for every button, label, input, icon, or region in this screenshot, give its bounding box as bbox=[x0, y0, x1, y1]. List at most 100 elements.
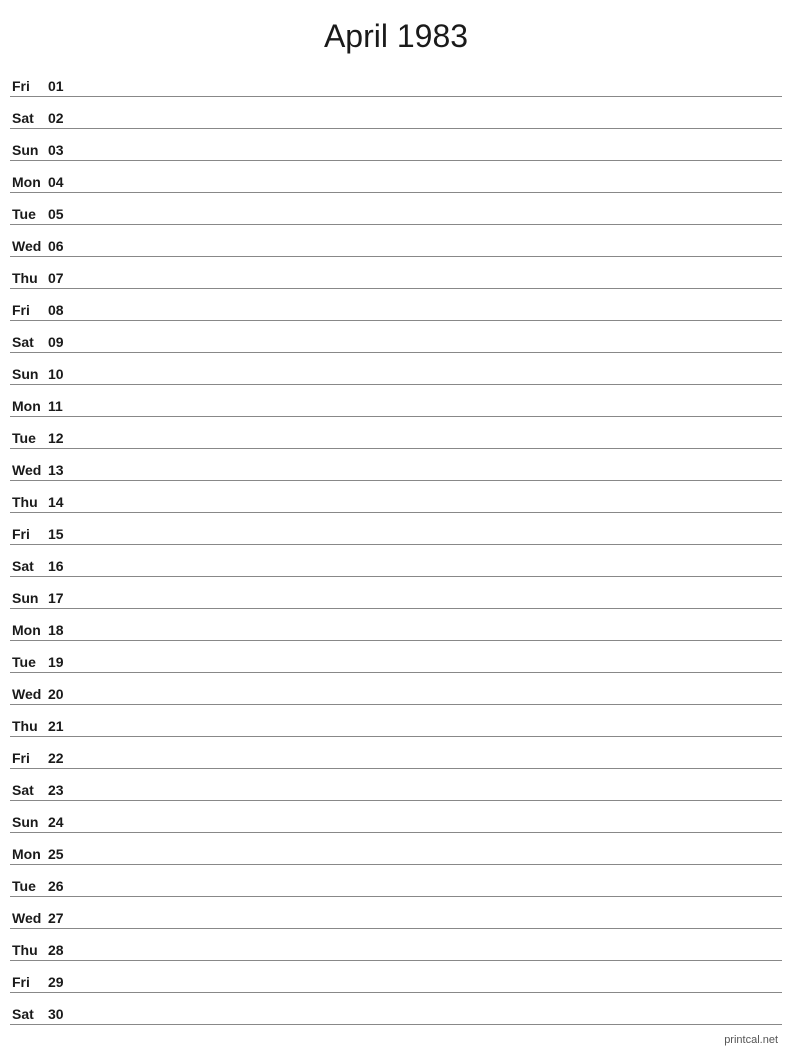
day-row: Fri15 bbox=[10, 513, 782, 545]
day-name: Tue bbox=[10, 654, 48, 670]
day-name: Mon bbox=[10, 846, 48, 862]
day-line bbox=[76, 605, 782, 606]
day-line bbox=[76, 925, 782, 926]
day-name: Mon bbox=[10, 622, 48, 638]
day-row: Mon25 bbox=[10, 833, 782, 865]
day-line bbox=[76, 861, 782, 862]
day-name: Sun bbox=[10, 814, 48, 830]
day-number: 20 bbox=[48, 686, 76, 702]
day-row: Sat16 bbox=[10, 545, 782, 577]
day-number: 10 bbox=[48, 366, 76, 382]
day-row: Fri29 bbox=[10, 961, 782, 993]
day-line bbox=[76, 989, 782, 990]
day-number: 21 bbox=[48, 718, 76, 734]
day-name: Fri bbox=[10, 526, 48, 542]
day-row: Mon11 bbox=[10, 385, 782, 417]
day-row: Wed20 bbox=[10, 673, 782, 705]
day-line bbox=[76, 317, 782, 318]
day-number: 08 bbox=[48, 302, 76, 318]
day-row: Sun10 bbox=[10, 353, 782, 385]
day-line bbox=[76, 189, 782, 190]
day-row: Sat09 bbox=[10, 321, 782, 353]
day-name: Thu bbox=[10, 718, 48, 734]
day-line bbox=[76, 765, 782, 766]
day-row: Mon04 bbox=[10, 161, 782, 193]
day-line bbox=[76, 445, 782, 446]
day-number: 30 bbox=[48, 1006, 76, 1022]
day-name: Tue bbox=[10, 878, 48, 894]
day-row: Fri01 bbox=[10, 65, 782, 97]
day-number: 19 bbox=[48, 654, 76, 670]
day-name: Sun bbox=[10, 590, 48, 606]
day-row: Tue19 bbox=[10, 641, 782, 673]
day-row: Sat30 bbox=[10, 993, 782, 1025]
day-number: 27 bbox=[48, 910, 76, 926]
day-name: Wed bbox=[10, 686, 48, 702]
day-line bbox=[76, 349, 782, 350]
day-number: 15 bbox=[48, 526, 76, 542]
day-number: 28 bbox=[48, 942, 76, 958]
day-number: 09 bbox=[48, 334, 76, 350]
day-name: Tue bbox=[10, 206, 48, 222]
day-number: 22 bbox=[48, 750, 76, 766]
day-line bbox=[76, 573, 782, 574]
day-name: Sat bbox=[10, 110, 48, 126]
day-name: Fri bbox=[10, 302, 48, 318]
day-name: Sat bbox=[10, 782, 48, 798]
day-number: 16 bbox=[48, 558, 76, 574]
day-line bbox=[76, 477, 782, 478]
day-row: Thu21 bbox=[10, 705, 782, 737]
footer-text: printcal.net bbox=[724, 1034, 778, 1046]
day-row: Sun24 bbox=[10, 801, 782, 833]
day-line bbox=[76, 637, 782, 638]
day-row: Thu28 bbox=[10, 929, 782, 961]
day-name: Mon bbox=[10, 174, 48, 190]
day-number: 24 bbox=[48, 814, 76, 830]
day-name: Wed bbox=[10, 462, 48, 478]
day-name: Fri bbox=[10, 78, 48, 94]
day-name: Sat bbox=[10, 558, 48, 574]
day-number: 03 bbox=[48, 142, 76, 158]
day-row: Fri08 bbox=[10, 289, 782, 321]
day-number: 12 bbox=[48, 430, 76, 446]
day-row: Fri22 bbox=[10, 737, 782, 769]
day-name: Sun bbox=[10, 366, 48, 382]
day-line bbox=[76, 381, 782, 382]
day-name: Wed bbox=[10, 238, 48, 254]
day-line bbox=[76, 157, 782, 158]
day-row: Wed27 bbox=[10, 897, 782, 929]
day-number: 23 bbox=[48, 782, 76, 798]
day-line bbox=[76, 893, 782, 894]
day-number: 01 bbox=[48, 78, 76, 94]
day-row: Wed06 bbox=[10, 225, 782, 257]
day-number: 02 bbox=[48, 110, 76, 126]
day-name: Sun bbox=[10, 142, 48, 158]
day-number: 05 bbox=[48, 206, 76, 222]
day-line bbox=[76, 797, 782, 798]
day-name: Sat bbox=[10, 334, 48, 350]
day-row: Tue12 bbox=[10, 417, 782, 449]
day-line bbox=[76, 285, 782, 286]
day-line bbox=[76, 253, 782, 254]
day-line bbox=[76, 509, 782, 510]
day-row: Mon18 bbox=[10, 609, 782, 641]
day-number: 18 bbox=[48, 622, 76, 638]
day-number: 25 bbox=[48, 846, 76, 862]
day-line bbox=[76, 1021, 782, 1022]
day-row: Sun03 bbox=[10, 129, 782, 161]
day-number: 11 bbox=[48, 398, 76, 414]
day-name: Wed bbox=[10, 910, 48, 926]
day-row: Thu07 bbox=[10, 257, 782, 289]
calendar-container: Fri01Sat02Sun03Mon04Tue05Wed06Thu07Fri08… bbox=[0, 65, 792, 1025]
day-line bbox=[76, 701, 782, 702]
day-number: 13 bbox=[48, 462, 76, 478]
day-name: Mon bbox=[10, 398, 48, 414]
day-line bbox=[76, 413, 782, 414]
day-number: 07 bbox=[48, 270, 76, 286]
day-number: 06 bbox=[48, 238, 76, 254]
day-number: 04 bbox=[48, 174, 76, 190]
day-line bbox=[76, 957, 782, 958]
day-line bbox=[76, 221, 782, 222]
day-number: 26 bbox=[48, 878, 76, 894]
day-name: Fri bbox=[10, 750, 48, 766]
